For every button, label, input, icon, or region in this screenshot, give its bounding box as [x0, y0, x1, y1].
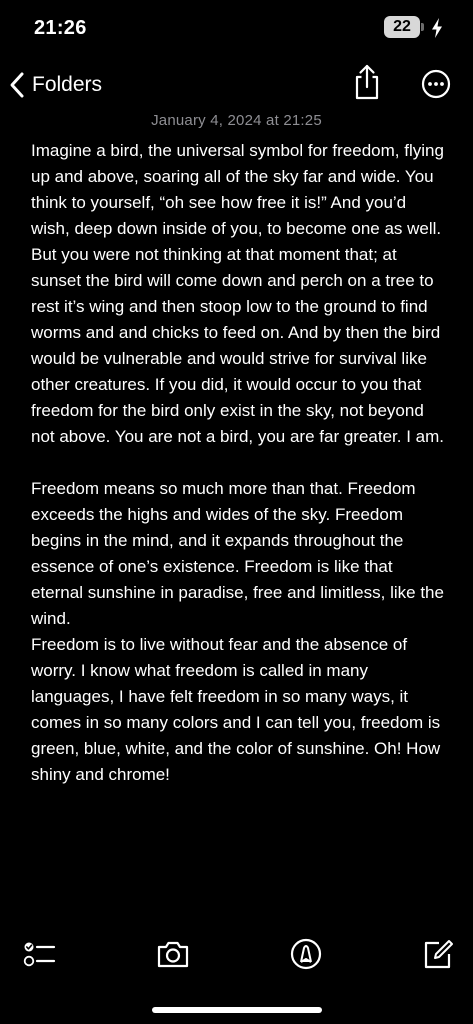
back-label: Folders — [32, 73, 103, 96]
note-paragraph: Imagine a bird, the universal symbol for… — [31, 141, 444, 446]
checklist-icon[interactable] — [20, 936, 56, 972]
note-body[interactable]: Imagine a bird, the universal symbol for… — [31, 138, 449, 788]
note-paragraph: Freedom means so much more than that. Fr… — [31, 479, 444, 628]
battery-indicator: 22 — [384, 16, 420, 38]
back-button[interactable]: Folders — [8, 68, 102, 102]
markup-pen-icon[interactable] — [288, 936, 324, 972]
note-paragraph: Freedom is to live without fear and the … — [31, 635, 441, 784]
status-bar: 21:26 22 — [0, 0, 473, 56]
nav-bar: Folders — [0, 60, 473, 108]
home-indicator[interactable] — [152, 1007, 322, 1013]
note-date: January 4, 2024 at 21:25 — [151, 112, 322, 129]
lightning-bolt-icon — [432, 18, 442, 38]
ellipsis-circle-icon[interactable] — [420, 68, 452, 100]
chevron-left-icon — [10, 72, 24, 98]
camera-icon[interactable] — [155, 936, 191, 972]
status-time: 21:26 — [34, 17, 87, 39]
share-icon[interactable] — [350, 62, 384, 102]
bottom-toolbar — [0, 930, 473, 978]
compose-icon[interactable] — [420, 936, 456, 972]
battery-tip — [421, 23, 424, 31]
